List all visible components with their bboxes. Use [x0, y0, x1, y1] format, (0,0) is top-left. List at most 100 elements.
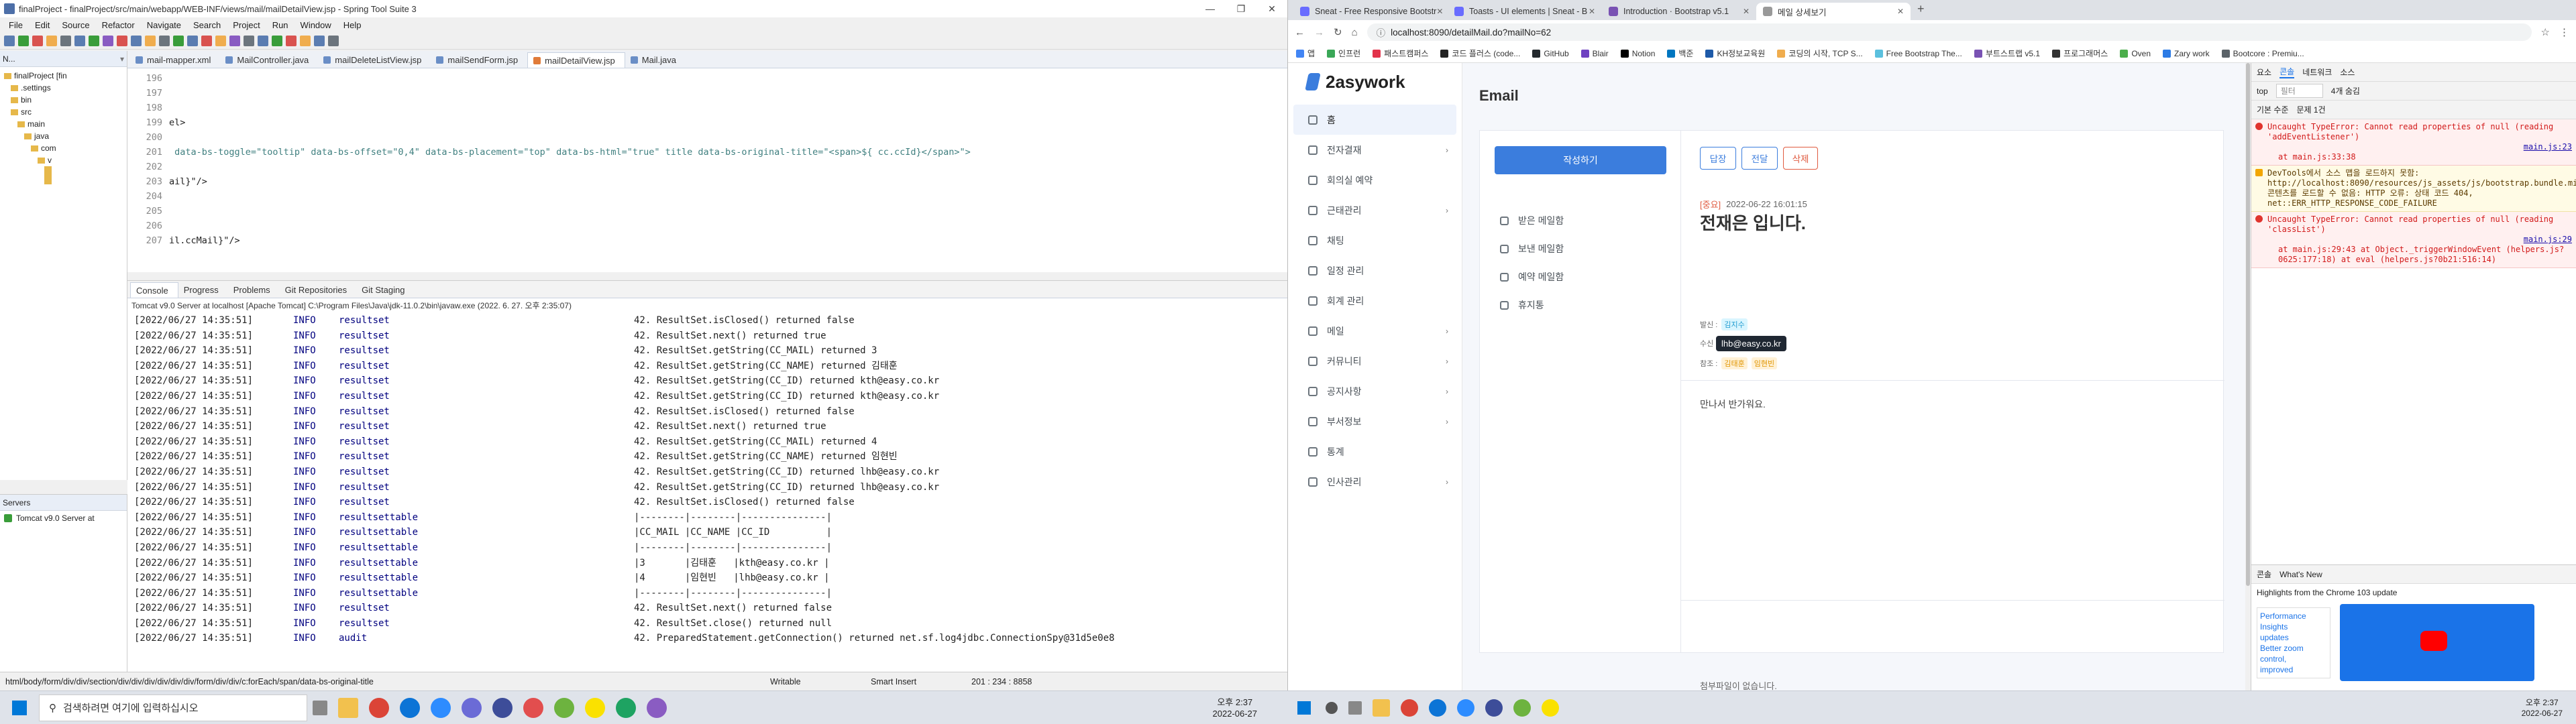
menu-item-4[interactable]: Navigate	[141, 20, 187, 30]
editor-tab[interactable]: Mail.java	[625, 52, 686, 68]
toolbar-icon-19[interactable]	[272, 35, 282, 46]
editor-tab[interactable]: mailDeleteListView.jsp	[318, 52, 431, 68]
bookmark[interactable]: Oven	[2120, 49, 2151, 58]
action-button-0[interactable]: 답장	[1700, 147, 1736, 170]
console-output[interactable]: [2022/06/27 14:35:51] INFO resultset 42. Re…	[127, 313, 1287, 646]
console-message-source[interactable]: main.js:23	[2267, 142, 2572, 152]
filter-input[interactable]: 필터	[2275, 84, 2323, 98]
restore-icon[interactable]: ❐	[1226, 3, 1256, 15]
nav-item[interactable]: 커뮤니티 ›	[1288, 346, 1462, 376]
close-icon[interactable]: ✕	[1256, 3, 1287, 15]
windows-start-icon[interactable]	[12, 700, 27, 715]
editor-tab[interactable]: mailSendForm.jsp	[431, 52, 527, 68]
star-icon[interactable]: ☆	[2541, 26, 2550, 38]
cc-badge-1[interactable]: 김태훈	[1721, 357, 1748, 369]
bookmark[interactable]: Bootcore : Premiu...	[2221, 49, 2304, 58]
nav-item[interactable]: 부서정보 ›	[1288, 406, 1462, 436]
toolbar-icon-4[interactable]	[60, 35, 71, 46]
clock-left[interactable]: 오후 2:37 2022-06-27	[1213, 697, 1258, 719]
toolbar-icon-21[interactable]	[300, 35, 311, 46]
editor-tab[interactable]: mailDetailView.jsp	[527, 52, 625, 68]
edge-icon[interactable]	[400, 697, 420, 718]
drawer-tab[interactable]: 콘솔	[2257, 568, 2271, 580]
tree-item[interactable]: .settings	[0, 82, 127, 94]
windows-start-icon-right[interactable]	[1297, 701, 1311, 715]
url-field[interactable]: ⓘ localhost:8090/detailMail.do?mailNo=62	[1366, 23, 2532, 41]
cc-badge-2[interactable]: 임현빈	[1751, 357, 1778, 369]
menu-item-8[interactable]: Window	[294, 20, 337, 30]
whats-new-item[interactable]: improved	[2260, 664, 2327, 675]
tree-item[interactable]: main	[0, 118, 127, 130]
servers-title[interactable]: Servers	[3, 498, 30, 507]
sts-icon-right[interactable]	[1513, 699, 1531, 717]
mail-folder[interactable]: 받은 메일함	[1500, 214, 1564, 227]
toolbar-icon-12[interactable]	[173, 35, 184, 46]
app-icon-1[interactable]	[462, 697, 482, 718]
toolbar-icon-6[interactable]	[89, 35, 99, 46]
toolbar-icon-10[interactable]	[145, 35, 156, 46]
sts-icon[interactable]	[554, 697, 574, 718]
from-badge[interactable]: 김지수	[1721, 318, 1748, 330]
issues-link[interactable]: 문제 1건	[2297, 104, 2326, 115]
nav-item[interactable]: 인사관리 ›	[1288, 467, 1462, 497]
nav-item[interactable]: 공지사항 ›	[1288, 376, 1462, 406]
menu-item-1[interactable]: Edit	[29, 20, 56, 30]
menu-item-6[interactable]: Project	[227, 20, 266, 30]
bookmark[interactable]: 프로그래머스	[2052, 48, 2108, 59]
nav-item[interactable]: 일정 관리	[1288, 255, 1462, 286]
devtools-tab[interactable]: 소스	[2340, 66, 2355, 78]
tab-close-icon[interactable]: ✕	[1436, 7, 1443, 16]
nav-item[interactable]: 채팅	[1288, 225, 1462, 255]
zoom-icon-right[interactable]	[1457, 699, 1474, 717]
tree-item[interactable]: com	[0, 142, 127, 154]
editor-tab[interactable]: MailController.java	[220, 52, 318, 68]
info-icon[interactable]: ⓘ	[1377, 25, 1386, 39]
tree-item[interactable]: finalProject [fin	[0, 70, 127, 82]
server-item[interactable]: Tomcat v9.0 Server at	[16, 514, 95, 523]
tree-item[interactable]	[0, 178, 127, 184]
whats-new-list[interactable]: Performance Insights updates Better zoom con…	[2257, 607, 2330, 678]
toolbar-icon-14[interactable]	[201, 35, 212, 46]
whats-new-item[interactable]: control,	[2260, 654, 2327, 664]
nav-item[interactable]: 통계	[1288, 436, 1462, 467]
toolbar-icon-17[interactable]	[244, 35, 254, 46]
task-view-icon[interactable]	[313, 700, 327, 715]
bookmark[interactable]: 패스트캠퍼스	[1373, 48, 1428, 59]
tree-item[interactable]: src	[0, 106, 127, 118]
page-scrollbar-thumb[interactable]	[2246, 63, 2250, 586]
forward-icon[interactable]: →	[1314, 27, 1324, 38]
code-area[interactable]: 196 197 198 199 el> 200 201 data-bs-toggle="to…	[127, 68, 1287, 249]
devtools-tab[interactable]: 네트워크	[2302, 66, 2332, 78]
whats-new-item[interactable]: Insights	[2260, 621, 2327, 632]
tab-close-icon[interactable]: ✕	[1897, 7, 1904, 16]
whats-new-item[interactable]: Performance	[2260, 611, 2327, 621]
toolbar-icon-22[interactable]	[314, 35, 325, 46]
action-button-1[interactable]: 전달	[1741, 147, 1778, 170]
compose-button[interactable]: 작성하기	[1495, 146, 1666, 174]
tree-item[interactable]: v	[0, 154, 127, 166]
mail-folder[interactable]: 예약 메일함	[1500, 270, 1564, 284]
toolbar-icon-1[interactable]	[18, 35, 29, 46]
nav-item[interactable]: 근태관리 ›	[1288, 195, 1462, 225]
eclipse-icon[interactable]	[492, 697, 513, 718]
console-tab[interactable]: Git Staging	[356, 282, 414, 298]
toolbar-icon-0[interactable]	[4, 35, 15, 46]
kakaotalk-icon-right[interactable]	[1542, 699, 1559, 717]
back-icon[interactable]: ←	[1295, 27, 1305, 38]
browser-tab[interactable]: Sneat - Free Responsive Bootstr ✕	[1293, 3, 1448, 20]
tab-close-icon[interactable]: ✕	[1589, 7, 1595, 16]
browser-tab[interactable]: Introduction · Bootstrap v5.1 ✕	[1602, 3, 1756, 20]
task-view-icon-right[interactable]	[1348, 701, 1362, 715]
tree-item[interactable]: bin	[0, 94, 127, 106]
toolbar-icon-9[interactable]	[131, 35, 142, 46]
bookmark[interactable]: 백준	[1667, 48, 1693, 59]
whats-new-video[interactable]	[2340, 604, 2534, 681]
bookmark[interactable]: 코딩의 시작, TCP S...	[1777, 48, 1863, 59]
context-select[interactable]: top	[2257, 86, 2268, 96]
bookmark[interactable]: Free Bootstrap The...	[1874, 49, 1962, 58]
menu-icon[interactable]: ⋮	[2559, 26, 2569, 38]
new-tab-icon[interactable]: +	[1917, 2, 1925, 16]
nav-item[interactable]: 홈	[1293, 105, 1456, 135]
page-scrollbar[interactable]	[2245, 63, 2251, 690]
chrome-icon[interactable]	[369, 697, 389, 718]
